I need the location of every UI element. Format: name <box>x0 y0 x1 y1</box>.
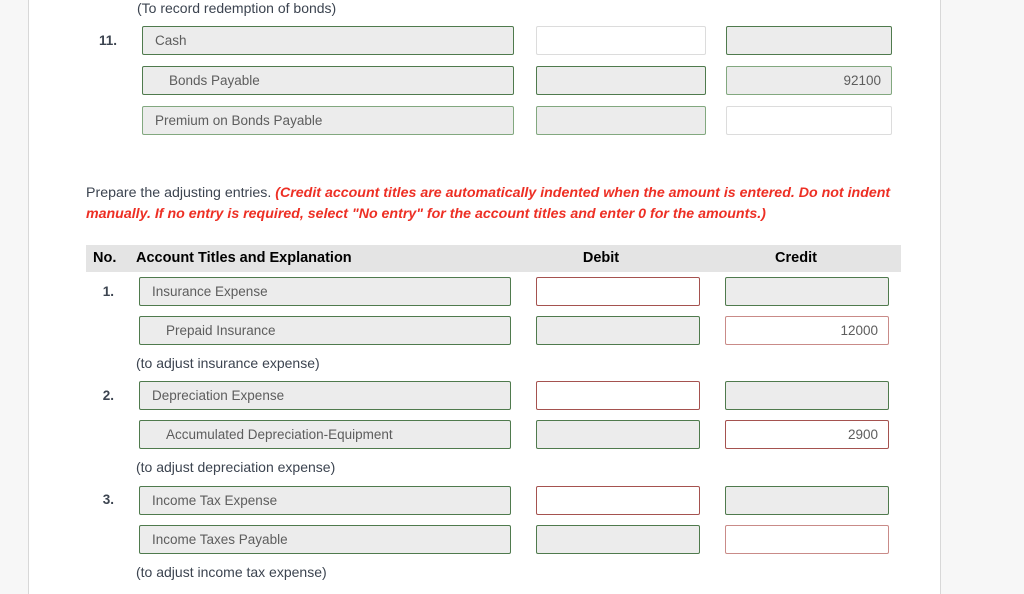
entry-number-2: 2. <box>102 388 114 403</box>
credit-field-cash[interactable] <box>726 26 892 55</box>
instructions-lead-text: Prepare the adjusting entries. <box>86 185 276 201</box>
account-field-depreciation-expense[interactable]: Depreciation Expense <box>139 381 511 410</box>
account-field-premium-on-bonds-payable[interactable]: Premium on Bonds Payable <box>142 106 514 135</box>
account-field-income-taxes-payable[interactable]: Income Taxes Payable <box>139 525 511 554</box>
entry-number-1: 1. <box>102 284 114 299</box>
credit-field-income-tax-expense[interactable] <box>725 486 889 515</box>
debit-field-income-tax-expense[interactable] <box>536 486 700 515</box>
credit-field-prepaid-insurance[interactable]: 12000 <box>725 316 889 345</box>
entry-memo-2: (to adjust depreciation expense) <box>136 459 336 475</box>
debit-field-insurance-expense[interactable] <box>536 277 700 306</box>
credit-field-income-taxes-payable[interactable] <box>725 525 889 554</box>
column-header-no: No. <box>93 250 117 266</box>
credit-field-depreciation-expense[interactable] <box>725 381 889 410</box>
debit-field-prepaid-insurance[interactable] <box>536 316 700 345</box>
credit-field-accumulated-depreciation-equipment[interactable]: 2900 <box>725 420 889 449</box>
worksheet-page: (To record redemption of bonds) 11. Cash… <box>28 0 941 594</box>
account-field-income-tax-expense[interactable]: Income Tax Expense <box>139 486 511 515</box>
account-field-bonds-payable[interactable]: Bonds Payable <box>142 66 514 95</box>
entry-memo-1: (to adjust insurance expense) <box>136 355 320 371</box>
entry-number-3: 3. <box>102 492 114 507</box>
debit-field-income-taxes-payable[interactable] <box>536 525 700 554</box>
credit-field-insurance-expense[interactable] <box>725 277 889 306</box>
debit-field-cash[interactable] <box>536 26 706 55</box>
debit-field-bonds-payable[interactable] <box>536 66 706 95</box>
column-header-debit: Debit <box>582 250 620 266</box>
account-field-cash[interactable]: Cash <box>142 26 514 55</box>
debit-field-depreciation-expense[interactable] <box>536 381 700 410</box>
account-field-prepaid-insurance[interactable]: Prepaid Insurance <box>139 316 511 345</box>
entry-memo-3: (to adjust income tax expense) <box>136 564 327 580</box>
debit-field-premium-on-bonds-payable[interactable] <box>536 106 706 135</box>
credit-field-bonds-payable[interactable]: 92100 <box>726 66 892 95</box>
column-header-account-titles: Account Titles and Explanation <box>136 250 352 266</box>
account-field-insurance-expense[interactable]: Insurance Expense <box>139 277 511 306</box>
credit-field-premium-on-bonds-payable[interactable] <box>726 106 892 135</box>
column-header-credit: Credit <box>775 250 817 266</box>
account-field-accumulated-depreciation-equipment[interactable]: Accumulated Depreciation-Equipment <box>139 420 511 449</box>
journal-table-header: No. Account Titles and Explanation Debit… <box>86 245 901 272</box>
instructions-paragraph: Prepare the adjusting entries. (Credit a… <box>86 183 940 225</box>
debit-field-accumulated-depreciation-equipment[interactable] <box>536 420 700 449</box>
entry-number-11: 11. <box>98 33 117 48</box>
bonds-memo-line: (To record redemption of bonds) <box>137 0 337 16</box>
